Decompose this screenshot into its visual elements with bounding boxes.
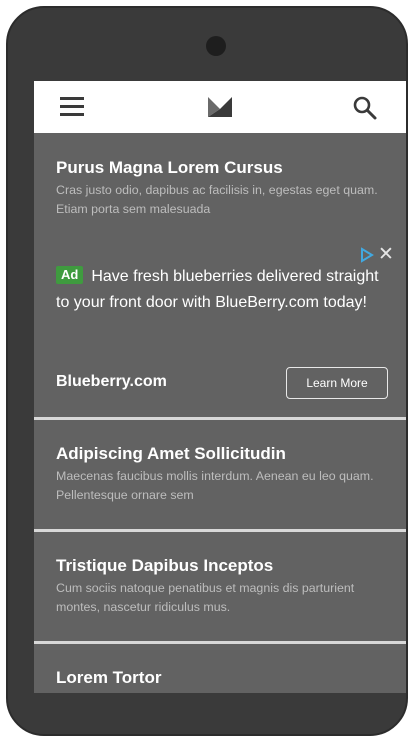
learn-more-button[interactable]: Learn More (286, 367, 388, 399)
article-description: Cum sociis natoque penatibus et magnis d… (56, 581, 355, 614)
adchoices-icon[interactable] (360, 247, 374, 263)
article-description: Cras justo odio, dapibus ac facilisis in… (56, 183, 378, 216)
hamburger-menu-icon[interactable] (60, 97, 84, 117)
article-title[interactable]: Adipiscing Amet Sollicitudin (56, 443, 396, 465)
ad-advertiser[interactable]: Blueberry.com (56, 372, 167, 392)
front-camera (206, 36, 226, 56)
ad-unit[interactable]: ✕ Ad Have fresh blueberries delivered str… (34, 241, 406, 417)
ad-close-icon[interactable]: ✕ (378, 245, 394, 264)
article-title[interactable]: Lorem Tortor (56, 667, 396, 689)
ad-headline[interactable]: Have fresh blueberries delivered straigh… (56, 268, 379, 311)
app-screen: Purus Magna Lorem Cursus Cras justo odio… (34, 81, 406, 693)
article-title[interactable]: Tristique Dapibus Inceptos (56, 555, 396, 577)
search-icon[interactable] (352, 95, 378, 121)
app-header (34, 81, 406, 133)
article-title[interactable]: Purus Magna Lorem Cursus (56, 157, 396, 179)
ad-body: Ad Have fresh blueberries delivered strai… (56, 264, 386, 316)
divider (34, 417, 406, 420)
article-description: Maecenas faucibus mollis interdum. Aenea… (56, 469, 374, 502)
divider (34, 641, 406, 644)
ad-badge: Ad (56, 266, 84, 284)
divider (34, 529, 406, 532)
brand-logo-icon (208, 97, 232, 117)
phone-frame: Purus Magna Lorem Cursus Cras justo odio… (6, 6, 408, 736)
